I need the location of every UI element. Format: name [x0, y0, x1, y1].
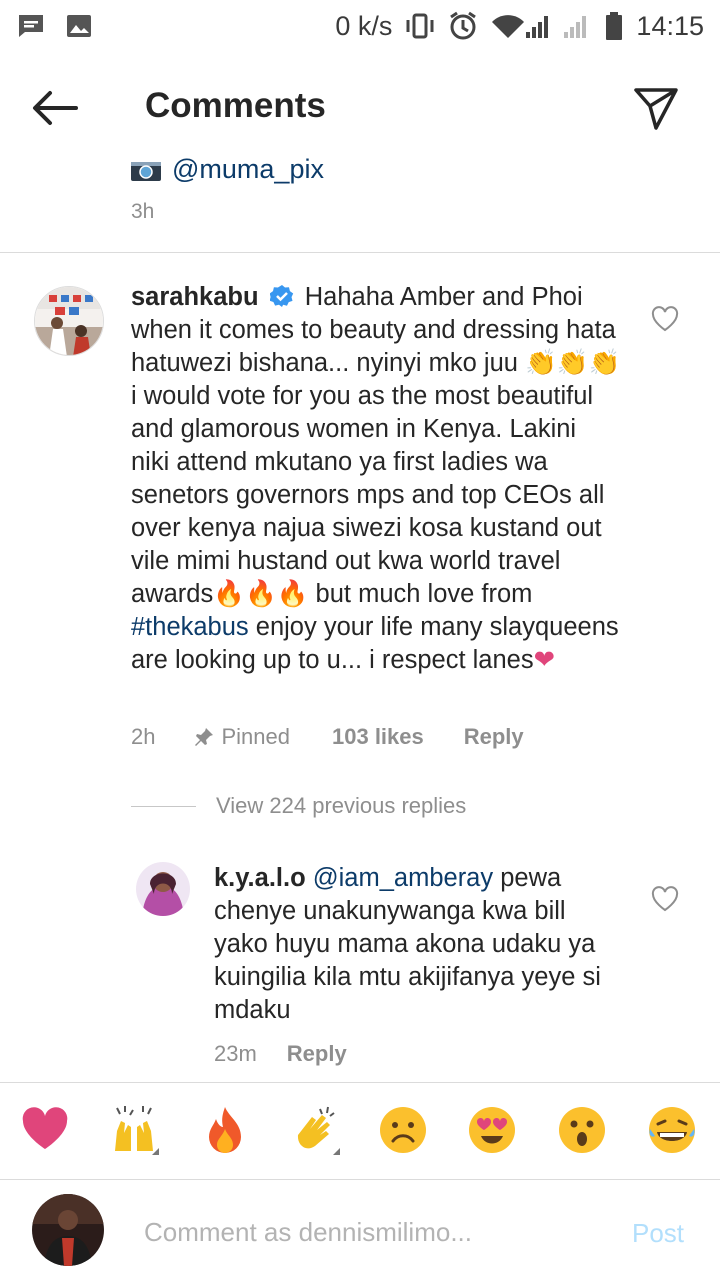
heart-emoji-button[interactable] — [20, 1105, 70, 1155]
frowning-face-emoji-button[interactable] — [378, 1105, 428, 1155]
page-title: Comments — [145, 86, 326, 125]
heart-emoji: ❤ — [533, 645, 555, 675]
reply-reply-button[interactable]: Reply — [287, 1041, 347, 1067]
reply-username[interactable]: k.y.a.l.o — [214, 864, 306, 892]
emoji-bar — [0, 1082, 720, 1180]
reply-mention[interactable]: @iam_amberay — [313, 864, 493, 892]
reply-button[interactable]: Reply — [464, 724, 524, 750]
camera-icon — [131, 161, 161, 181]
view-replies-line — [131, 805, 196, 807]
image-icon — [67, 15, 91, 37]
divider — [0, 252, 720, 253]
wifi-icon — [492, 15, 549, 38]
caption-tail: @muma_pix — [130, 154, 324, 185]
vibrate-icon — [406, 13, 434, 39]
message-icon — [19, 15, 43, 37]
clap-emojis: 👏👏👏 — [525, 348, 621, 378]
laughing-tears-emoji-button[interactable] — [647, 1105, 697, 1155]
clapping-hands-emoji-button[interactable] — [290, 1105, 340, 1155]
signal-icon — [564, 16, 587, 38]
heart-eyes-emoji-button[interactable] — [467, 1105, 517, 1155]
comment-body-3: but much love from — [308, 580, 533, 608]
comment-time: 2h — [131, 724, 156, 749]
comment-meta: 2h Pinned 103 likes Reply — [131, 724, 524, 750]
pin-icon — [195, 728, 214, 746]
pinned-label: Pinned — [221, 724, 290, 749]
comment-input[interactable] — [144, 1212, 604, 1252]
likes-count[interactable]: 103 likes — [332, 724, 424, 750]
comment-text: sarahkabu Hahaha Amber and Phoi when it … — [131, 281, 621, 677]
fire-emojis: 🔥🔥🔥 — [213, 579, 309, 609]
status-bar: 0 k/s 14:15 — [0, 0, 720, 52]
raised-hands-emoji-button[interactable] — [109, 1105, 159, 1155]
post-button[interactable]: Post — [632, 1218, 684, 1249]
view-replies-label: View 224 previous replies — [216, 793, 467, 818]
view-replies-button[interactable]: View 224 previous replies — [131, 793, 466, 819]
alarm-icon — [450, 11, 477, 40]
net-speed: 0 k/s — [335, 10, 393, 41]
reply-text: k.y.a.l.o @iam_amberay pewa chenye unaku… — [214, 862, 614, 1027]
avatar[interactable] — [34, 286, 104, 356]
caption-time: 3h — [131, 200, 155, 223]
header: Comments — [0, 60, 720, 156]
surprised-emoji-button[interactable] — [557, 1105, 607, 1155]
fire-emoji-button[interactable] — [200, 1105, 250, 1155]
current-user-avatar — [32, 1194, 104, 1266]
battery-icon — [606, 12, 623, 40]
send-icon[interactable] — [632, 84, 680, 132]
verified-badge-icon — [269, 285, 293, 307]
like-heart-icon[interactable] — [651, 306, 679, 332]
status-time: 14:15 — [636, 10, 704, 41]
hashtag-link[interactable]: #thekabus — [131, 613, 249, 641]
comment-body-2: i would vote for you as the most beautif… — [131, 382, 605, 608]
reply-like-heart-icon[interactable] — [651, 886, 679, 912]
comment-username[interactable]: sarahkabu — [131, 283, 259, 311]
back-arrow-icon[interactable] — [30, 88, 80, 128]
reply-time: 23m — [214, 1041, 257, 1066]
caption-mention[interactable]: @muma_pix — [172, 154, 324, 185]
reply-avatar[interactable] — [136, 862, 190, 916]
reply-meta: 23m Reply — [214, 1041, 347, 1067]
